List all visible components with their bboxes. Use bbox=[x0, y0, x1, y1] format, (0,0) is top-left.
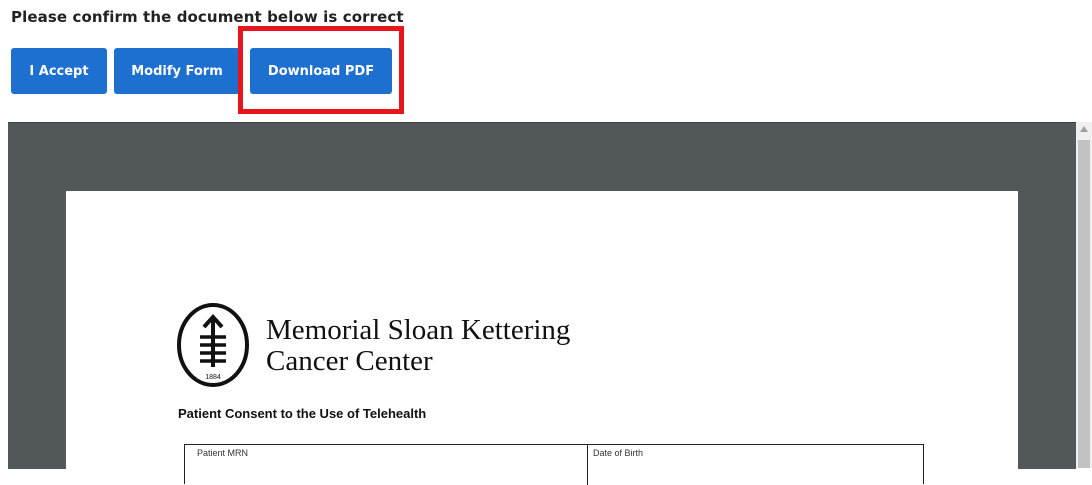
msk-logo-icon: 1884 bbox=[177, 303, 249, 387]
cell-divider bbox=[587, 445, 588, 485]
accept-button[interactable]: I Accept bbox=[11, 48, 107, 94]
modify-form-button[interactable]: Modify Form bbox=[114, 48, 240, 94]
document-page: 1884 Memorial Sloan Kettering Cancer Cen… bbox=[66, 191, 1018, 485]
form-title: Patient Consent to the Use of Telehealth bbox=[178, 406, 427, 421]
dob-label: Date of Birth bbox=[593, 448, 644, 458]
page-heading: Please confirm the document below is cor… bbox=[11, 8, 404, 26]
patient-info-table: Patient MRN Date of Birth bbox=[184, 444, 924, 485]
pdf-viewer[interactable]: 1884 Memorial Sloan Kettering Cancer Cen… bbox=[8, 122, 1076, 485]
scroll-up-arrow-icon[interactable] bbox=[1080, 126, 1088, 132]
viewer-scrollbar[interactable] bbox=[1076, 122, 1092, 468]
highlight-box bbox=[238, 26, 404, 114]
logo-year: 1884 bbox=[205, 374, 221, 381]
logo-line-1: Memorial Sloan Kettering bbox=[266, 314, 571, 346]
mrn-label: Patient MRN bbox=[197, 448, 249, 458]
logo-line-2: Cancer Center bbox=[266, 345, 433, 377]
scroll-thumb[interactable] bbox=[1078, 140, 1090, 468]
logo-text: Memorial Sloan Kettering Cancer Center bbox=[266, 315, 570, 377]
